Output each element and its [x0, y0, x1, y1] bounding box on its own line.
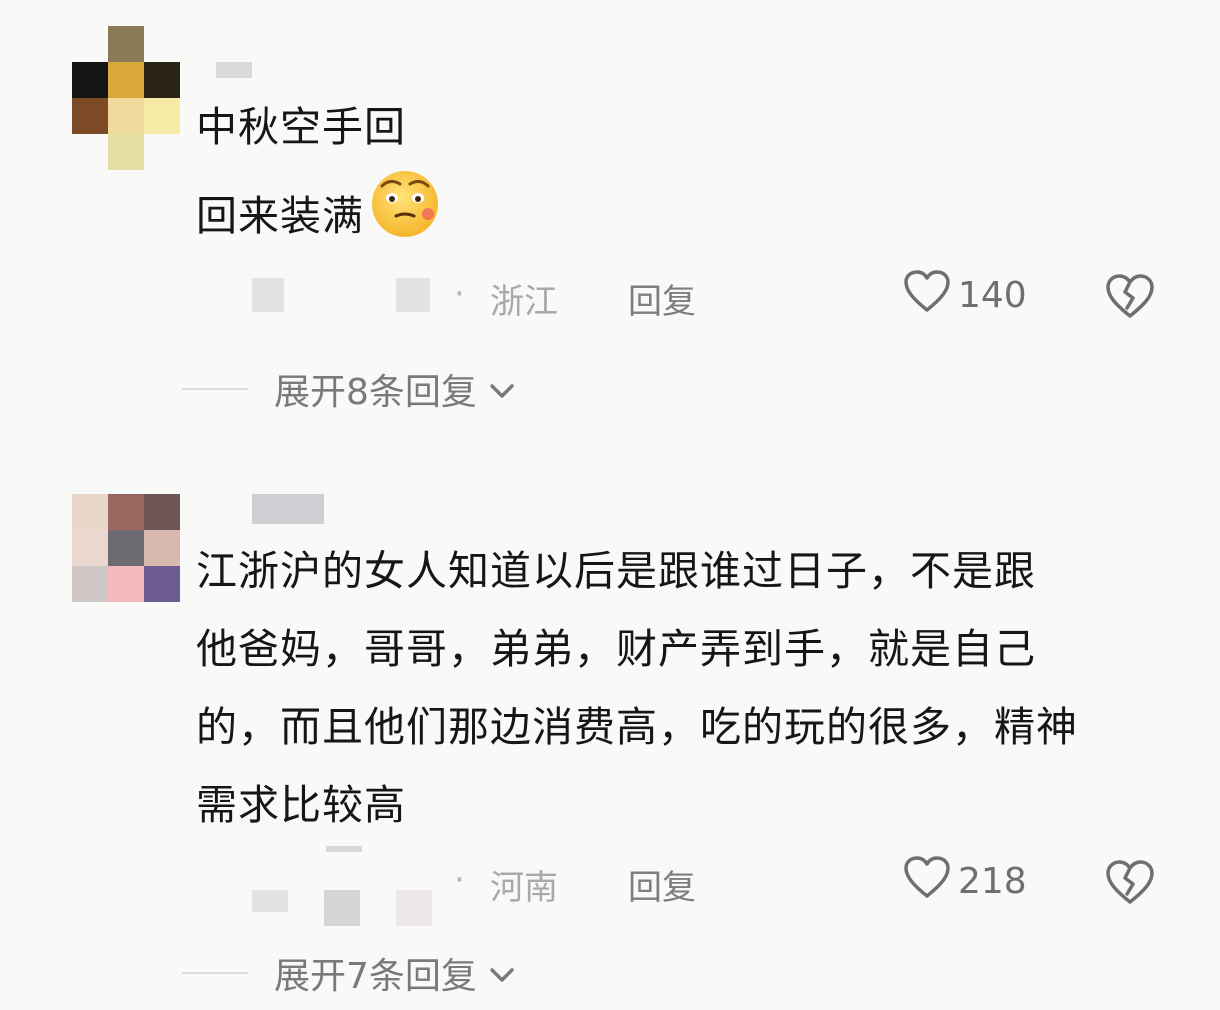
like-button[interactable]: 140 — [902, 268, 1027, 323]
heart-outline-icon — [902, 268, 952, 323]
comment-text-line: 的，而且他们那边消费高，吃的玩的很多，精神 — [196, 703, 1078, 751]
reply-button[interactable]: 回复 — [628, 860, 696, 909]
time-blurred — [396, 278, 430, 312]
time-blurred — [326, 846, 362, 852]
avatar[interactable] — [72, 26, 180, 170]
expand-replies-label: 展开7条回复 — [274, 956, 477, 997]
dislike-button[interactable] — [1104, 272, 1156, 329]
comment-text: 江浙沪的女人知道以后是跟谁过日子，不是跟 他爸妈，哥哥，弟弟，财产弄到手，就是自… — [196, 532, 1078, 844]
comment-text-line: 回来装满 — [196, 166, 442, 265]
broken-heart-icon — [1104, 860, 1156, 915]
comment-meta: · 河南 回复 218 — [196, 846, 1196, 926]
sly-face-emoji — [368, 166, 442, 265]
username-blurred[interactable] — [252, 494, 324, 524]
comment-text-line: 他爸妈，哥哥，弟弟，财产弄到手，就是自己 — [196, 625, 1036, 673]
comment-item: 江浙沪的女人知道以后是跟谁过日子，不是跟 他爸妈，哥哥，弟弟，财产弄到手，就是自… — [0, 494, 1220, 1004]
time-blurred — [252, 890, 288, 912]
divider-line — [182, 972, 248, 974]
chevron-down-icon — [487, 369, 517, 410]
expand-replies-label: 展开8条回复 — [274, 372, 477, 413]
like-count: 140 — [958, 274, 1027, 316]
separator-dot: · — [454, 274, 465, 314]
time-blurred — [324, 890, 360, 926]
dislike-button[interactable] — [1104, 858, 1156, 915]
separator-dot: · — [454, 860, 465, 900]
ip-region: 浙江 — [490, 282, 558, 322]
username-blurred[interactable] — [216, 62, 252, 78]
comment-text-line: 中秋空手回 — [196, 103, 406, 151]
avatar[interactable] — [72, 494, 180, 602]
divider-line — [182, 388, 248, 390]
time-blurred — [252, 278, 284, 312]
expand-replies[interactable]: 展开8条回复 — [182, 364, 517, 414]
comment-meta: · 浙江 回复 140 — [196, 268, 1196, 323]
time-blurred — [396, 890, 432, 926]
comment-text-line: 江浙沪的女人知道以后是跟谁过日子，不是跟 — [196, 547, 1036, 595]
chevron-down-icon — [487, 953, 517, 994]
reply-button[interactable]: 回复 — [628, 274, 696, 323]
comment-text: 中秋空手回 回来装满 — [196, 88, 442, 265]
broken-heart-icon — [1104, 274, 1156, 329]
like-button[interactable]: 218 — [902, 854, 1027, 909]
like-count: 218 — [958, 860, 1027, 902]
comment-text-line: 需求比较高 — [196, 781, 406, 829]
expand-replies[interactable]: 展开7条回复 — [182, 948, 517, 998]
ip-region: 河南 — [490, 868, 558, 908]
heart-outline-icon — [902, 854, 952, 909]
comment-item: 中秋空手回 回来装满 · 浙江 回复 140 展开8条回复 — [0, 26, 1220, 426]
